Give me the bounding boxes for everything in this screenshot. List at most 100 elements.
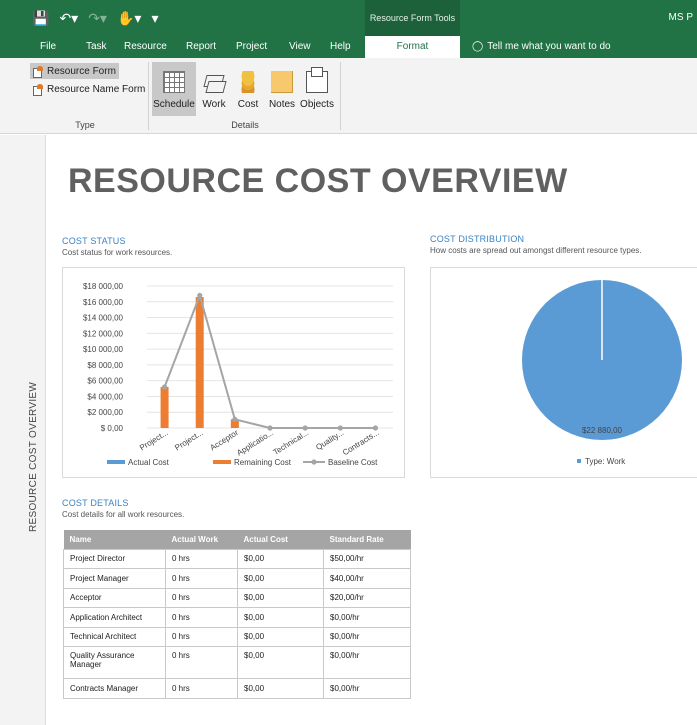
redo-icon[interactable]: ↷▾: [88, 10, 107, 27]
lightbulb-icon: ◯: [472, 41, 484, 52]
cell-name: Acceptor: [63, 587, 166, 608]
x-tick-label: Technical...: [271, 428, 310, 457]
cost-distribution-chart: $22 880,00 Type: Work: [430, 267, 697, 478]
y-tick-label: $ 0,00: [101, 424, 124, 433]
tab-resource[interactable]: Resource: [124, 36, 167, 58]
cost-status-chart: $18 000,00 $16 000,00 $14 000,00 $12 000,00…: [62, 267, 405, 478]
table-row: Project Director 0 hrs $0,00 $50,00/hr: [63, 548, 411, 569]
cell-name: Project Manager: [63, 568, 166, 589]
x-tick-label: Contracts...: [341, 428, 380, 457]
y-tick-label: $4 000,00: [87, 392, 123, 401]
tab-task[interactable]: Task: [86, 36, 107, 58]
customize-icon[interactable]: ▾: [151, 10, 158, 27]
cost-details-subtitle: Cost details for all work resources.: [62, 510, 185, 519]
cell-standard-rate: $0,00/hr: [323, 646, 411, 679]
cell-name: Technical Architect: [63, 626, 166, 647]
table-row: Application Architect 0 hrs $0,00 $0,00/…: [63, 607, 411, 628]
cell-actual-cost: $0,00: [237, 568, 324, 589]
schedule-label: Schedule: [153, 99, 195, 110]
cell-actual-cost: $0,00: [237, 626, 324, 647]
cost-button[interactable]: Cost: [233, 62, 263, 116]
baseline-cost-point: [161, 384, 168, 390]
undo-icon[interactable]: ↶▾: [59, 10, 78, 27]
cell-standard-rate: $0,00/hr: [323, 626, 411, 647]
cell-actual-work: 0 hrs: [165, 678, 238, 699]
tell-me-box[interactable]: ◯ Tell me what you want to do: [472, 36, 611, 58]
cell-standard-rate: $20,00/hr: [323, 587, 411, 608]
cost-status-title: COST STATUS: [62, 236, 126, 246]
x-tick-label: Project...: [173, 428, 205, 452]
cell-actual-cost: $0,00: [237, 646, 324, 679]
cell-actual-work: 0 hrs: [165, 587, 238, 608]
column-header-actual-cost: Actual Cost: [237, 530, 324, 549]
y-tick-label: $12 000,00: [83, 329, 124, 338]
y-tick-label: $8 000,00: [87, 361, 123, 370]
y-tick-label: $18 000,00: [83, 282, 124, 291]
view-bar: [0, 135, 46, 725]
table-row: Technical Architect 0 hrs $0,00 $0,00/hr: [63, 626, 411, 647]
cost-status-chart-svg: $18 000,00 $16 000,00 $14 000,00 $12 000,00…: [83, 282, 393, 467]
x-tick-label: Quality...: [314, 428, 345, 452]
tab-project[interactable]: Project: [236, 36, 267, 58]
tab-file[interactable]: File: [40, 36, 56, 58]
resource-form-label: Resource Form: [47, 65, 116, 77]
ribbon-body: Resource Form Resource Name Form Type Sc…: [0, 58, 697, 134]
cost-details-title: COST DETAILS: [62, 498, 129, 508]
legend-swatch-marker: [311, 459, 317, 465]
resource-form-icon: [33, 66, 44, 78]
cell-standard-rate: $0,00/hr: [323, 607, 411, 628]
tab-format[interactable]: Format: [365, 36, 460, 58]
tab-report[interactable]: Report: [186, 36, 216, 58]
column-header-standard-rate: Standard Rate: [323, 530, 411, 549]
schedule-button[interactable]: Schedule: [152, 62, 196, 116]
notes-icon: [271, 71, 293, 93]
cell-standard-rate: $40,00/hr: [323, 568, 411, 589]
legend-label: Actual Cost: [128, 458, 170, 467]
legend-label: Type: Work: [585, 457, 626, 466]
details-group-label: Details: [231, 120, 259, 130]
cell-actual-work: 0 hrs: [165, 568, 238, 589]
notes-button[interactable]: Notes: [266, 62, 298, 116]
table-row: Contracts Manager 0 hrs $0,00 $0,00/hr: [63, 678, 411, 699]
column-header-name: Name: [63, 530, 166, 549]
cell-actual-work: 0 hrs: [165, 646, 238, 679]
resource-name-form-icon: [33, 84, 44, 96]
cell-name: Project Director: [63, 548, 166, 569]
user-name: MS P: [668, 12, 693, 23]
cost-details-table: Name Actual Work Actual Cost Standard Ra…: [63, 530, 411, 699]
contextual-tool-label: Resource Form Tools: [365, 0, 460, 36]
column-header-actual-work: Actual Work: [165, 530, 238, 549]
tab-view[interactable]: View: [289, 36, 311, 58]
x-tick-label: Applicatio...: [235, 428, 275, 458]
cell-actual-cost: $0,00: [237, 607, 324, 628]
tell-me-text: Tell me what you want to do: [487, 41, 611, 52]
legend-swatch: [213, 460, 231, 464]
bar-remaining-cost: [195, 297, 204, 428]
tab-help[interactable]: Help: [330, 36, 351, 58]
cell-actual-cost: $0,00: [237, 548, 324, 569]
cell-name: Application Architect: [63, 607, 166, 628]
objects-icon: [306, 67, 328, 93]
legend-label: Baseline Cost: [328, 458, 378, 467]
quick-access-toolbar: 💾 ↶▾ ↷▾ ✋▾ ▾: [32, 6, 158, 30]
view-bar-label: RESOURCE COST OVERVIEW: [28, 381, 39, 532]
y-tick-label: $10 000,00: [83, 345, 124, 354]
work-button[interactable]: Work: [199, 62, 229, 116]
resource-name-form-button[interactable]: Resource Name Form: [30, 81, 148, 97]
touch-mode-icon[interactable]: ✋▾: [117, 10, 141, 27]
objects-button[interactable]: Objects: [299, 62, 335, 116]
y-tick-label: $2 000,00: [87, 408, 123, 417]
notes-label: Notes: [268, 99, 296, 110]
cost-distribution-chart-svg: $22 880,00 Type: Work: [522, 280, 682, 466]
cell-standard-rate: $0,00/hr: [323, 678, 411, 699]
legend-label: Remaining Cost: [234, 458, 292, 467]
ribbon-separator: [340, 62, 341, 130]
y-tick-label: $14 000,00: [83, 314, 124, 323]
work-label: Work: [202, 99, 226, 110]
cost-label: Cost: [237, 99, 259, 110]
resource-form-button[interactable]: Resource Form: [30, 63, 119, 79]
cost-distribution-title: COST DISTRIBUTION: [430, 234, 525, 244]
save-icon[interactable]: 💾: [32, 10, 49, 27]
cell-actual-work: 0 hrs: [165, 626, 238, 647]
cost-distribution-subtitle: How costs are spread out amongst differe…: [430, 246, 642, 255]
